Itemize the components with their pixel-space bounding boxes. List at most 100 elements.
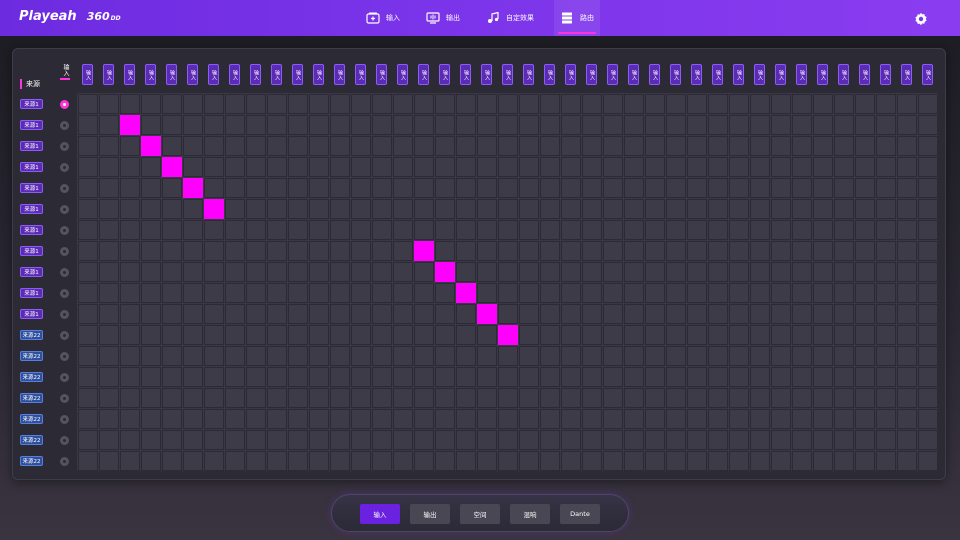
route-cell[interactable] <box>372 409 392 429</box>
route-cell[interactable] <box>792 157 812 177</box>
route-cell[interactable] <box>183 136 203 156</box>
route-cell[interactable] <box>666 136 686 156</box>
route-cell[interactable] <box>729 367 749 387</box>
route-cell[interactable] <box>141 283 161 303</box>
route-cell[interactable] <box>897 220 917 240</box>
route-cell[interactable] <box>435 220 455 240</box>
route-cell[interactable] <box>225 94 245 114</box>
route-cell[interactable] <box>729 451 749 471</box>
route-cell[interactable] <box>603 304 623 324</box>
route-cell-active[interactable] <box>120 115 140 135</box>
row-select-radio[interactable] <box>60 289 69 298</box>
tab-output[interactable]: 输出 <box>410 504 450 524</box>
route-cell[interactable] <box>624 451 644 471</box>
route-cell[interactable] <box>708 115 728 135</box>
route-cell[interactable] <box>561 451 581 471</box>
route-cell[interactable] <box>414 409 434 429</box>
row-header[interactable]: 来源22 <box>20 330 43 340</box>
route-cell[interactable] <box>78 199 98 219</box>
route-cell[interactable] <box>330 241 350 261</box>
route-cell[interactable] <box>750 304 770 324</box>
route-cell[interactable] <box>162 136 182 156</box>
route-cell-active[interactable] <box>183 178 203 198</box>
row-select-radio[interactable] <box>60 247 69 256</box>
route-cell[interactable] <box>540 409 560 429</box>
route-cell[interactable] <box>729 430 749 450</box>
route-cell[interactable] <box>729 94 749 114</box>
route-cell[interactable] <box>582 346 602 366</box>
route-cell[interactable] <box>414 451 434 471</box>
route-cell[interactable] <box>414 325 434 345</box>
route-cell[interactable] <box>330 220 350 240</box>
route-cell[interactable] <box>99 367 119 387</box>
route-cell[interactable] <box>540 199 560 219</box>
route-cell[interactable] <box>330 136 350 156</box>
route-cell[interactable] <box>162 430 182 450</box>
route-cell[interactable] <box>708 136 728 156</box>
route-cell[interactable] <box>456 94 476 114</box>
column-header[interactable]: 输入 <box>355 64 366 85</box>
route-cell[interactable] <box>750 367 770 387</box>
route-cell[interactable] <box>435 430 455 450</box>
route-cell[interactable] <box>750 388 770 408</box>
row-select-radio[interactable] <box>60 184 69 193</box>
route-cell[interactable] <box>477 241 497 261</box>
route-cell[interactable] <box>855 178 875 198</box>
route-cell[interactable] <box>792 388 812 408</box>
route-cell[interactable] <box>435 94 455 114</box>
route-cell[interactable] <box>540 304 560 324</box>
route-cell[interactable] <box>687 451 707 471</box>
route-cell[interactable] <box>582 283 602 303</box>
route-cell[interactable] <box>99 346 119 366</box>
route-cell[interactable] <box>288 283 308 303</box>
route-cell[interactable] <box>78 304 98 324</box>
column-header[interactable]: 输入 <box>229 64 240 85</box>
route-cell[interactable] <box>876 115 896 135</box>
route-cell[interactable] <box>183 262 203 282</box>
route-cell[interactable] <box>120 325 140 345</box>
route-cell[interactable] <box>498 136 518 156</box>
route-cell[interactable] <box>141 346 161 366</box>
route-cell[interactable] <box>624 136 644 156</box>
row-header[interactable]: 来源1 <box>20 225 43 235</box>
route-cell[interactable] <box>99 199 119 219</box>
route-cell[interactable] <box>729 199 749 219</box>
route-cell[interactable] <box>372 136 392 156</box>
route-cell[interactable] <box>414 262 434 282</box>
route-cell[interactable] <box>372 94 392 114</box>
route-cell[interactable] <box>792 115 812 135</box>
row-header[interactable]: 来源1 <box>20 162 43 172</box>
route-cell[interactable] <box>708 262 728 282</box>
column-header[interactable]: 输入 <box>271 64 282 85</box>
route-cell[interactable] <box>645 241 665 261</box>
route-cell[interactable] <box>330 325 350 345</box>
route-cell[interactable] <box>624 115 644 135</box>
route-cell[interactable] <box>477 346 497 366</box>
route-cell[interactable] <box>225 241 245 261</box>
route-cell[interactable] <box>120 430 140 450</box>
route-cell[interactable] <box>834 115 854 135</box>
route-cell[interactable] <box>204 304 224 324</box>
route-cell[interactable] <box>645 304 665 324</box>
route-cell[interactable] <box>204 178 224 198</box>
route-cell[interactable] <box>141 325 161 345</box>
route-cell[interactable] <box>624 346 644 366</box>
route-cell[interactable] <box>876 388 896 408</box>
route-cell[interactable] <box>519 157 539 177</box>
route-cell[interactable] <box>645 178 665 198</box>
route-cell[interactable] <box>771 409 791 429</box>
route-cell[interactable] <box>99 262 119 282</box>
route-cell[interactable] <box>78 283 98 303</box>
route-cell[interactable] <box>288 220 308 240</box>
route-cell[interactable] <box>183 283 203 303</box>
route-cell[interactable] <box>582 178 602 198</box>
route-cell[interactable] <box>918 94 938 114</box>
route-cell[interactable] <box>876 220 896 240</box>
route-cell-active[interactable] <box>204 199 224 219</box>
route-cell[interactable] <box>729 325 749 345</box>
route-cell[interactable] <box>834 283 854 303</box>
route-cell[interactable] <box>225 430 245 450</box>
route-cell[interactable] <box>393 388 413 408</box>
route-cell[interactable] <box>78 346 98 366</box>
route-cell[interactable] <box>435 241 455 261</box>
